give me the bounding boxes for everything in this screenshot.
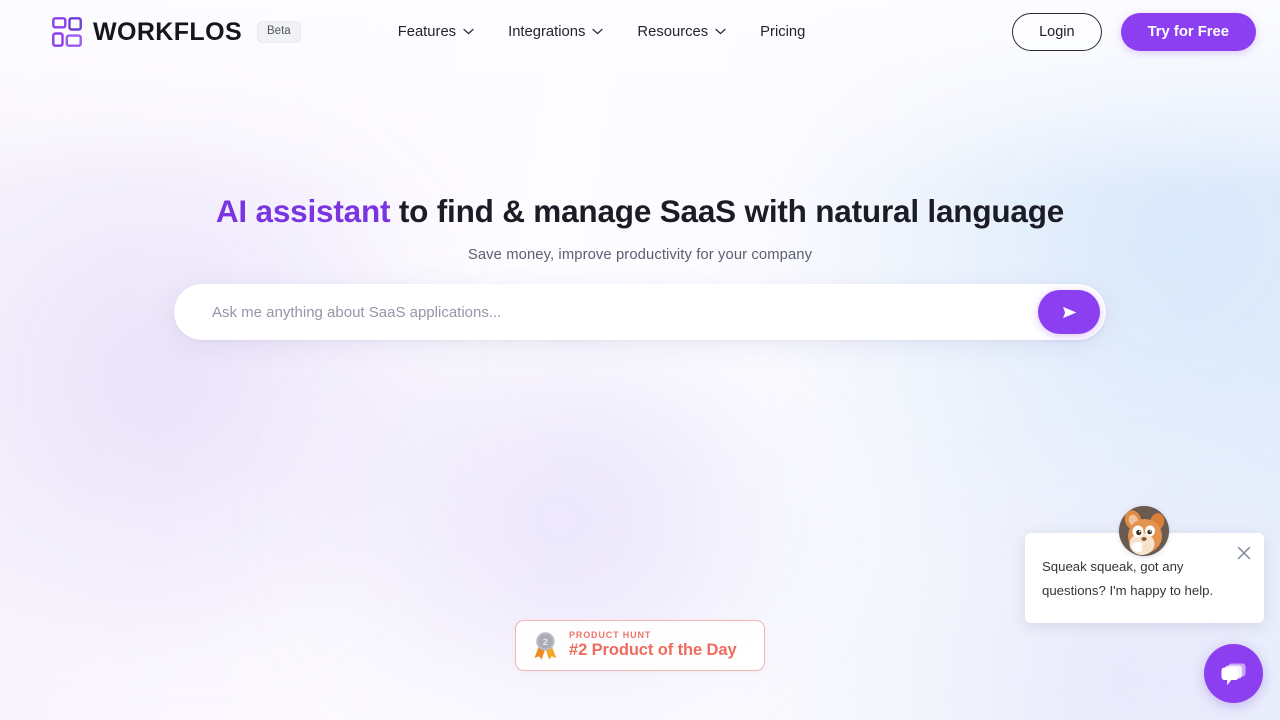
- nav-item-pricing[interactable]: Pricing: [760, 23, 806, 40]
- nav-item-label: Pricing: [760, 23, 806, 40]
- chat-launcher-button[interactable]: [1204, 644, 1263, 703]
- nav-item-features[interactable]: Features: [397, 23, 474, 40]
- chat-bubbles-icon: [1219, 660, 1248, 688]
- chat-close-button[interactable]: [1232, 541, 1256, 565]
- page-title-rest: to find & manage SaaS with natural langu…: [390, 193, 1065, 229]
- beta-badge: Beta: [257, 21, 301, 43]
- nav-item-label: Resources: [637, 23, 709, 40]
- login-button[interactable]: Login: [1012, 13, 1102, 51]
- mouse-avatar: [1119, 506, 1169, 556]
- product-hunt-title: #2 Product of the Day: [569, 641, 737, 660]
- send-arrow-icon: [1060, 303, 1079, 322]
- page-title-accent: AI assistant: [215, 193, 391, 229]
- chat-message-line-1: Squeak squeak, got any: [1042, 559, 1184, 574]
- grid-squares-logo-icon: [52, 17, 82, 47]
- close-icon: [1237, 546, 1251, 560]
- nav-item-label: Integrations: [508, 23, 586, 40]
- brand-name: WORKFLOS: [93, 17, 243, 46]
- try-for-free-button[interactable]: Try for Free: [1120, 13, 1256, 51]
- chat-message-line-2: questions? I'm happy to help.: [1042, 582, 1214, 598]
- nav-item-integrations[interactable]: Integrations: [508, 23, 604, 40]
- search-send-button[interactable]: [1038, 290, 1100, 335]
- search-input[interactable]: [212, 284, 1038, 341]
- main-navigation: Features Integrations Resources Pricing: [397, 23, 806, 40]
- chevron-down-icon: [463, 28, 474, 35]
- page-title: AI assistant to find & manage SaaS with …: [216, 192, 1064, 231]
- medal-ribbon-icon: 2: [532, 631, 559, 661]
- product-hunt-text: PRODUCT HUNT #2 Product of the Day: [569, 631, 737, 659]
- brand-logo[interactable]: WORKFLOS Beta: [52, 17, 301, 47]
- product-hunt-kicker: PRODUCT HUNT: [569, 630, 652, 641]
- chevron-down-icon: [592, 28, 604, 35]
- hero-subtitle: Save money, improve productivity for you…: [467, 247, 813, 264]
- header-actions: Login Try for Free: [1012, 13, 1256, 51]
- svg-text:2: 2: [543, 637, 548, 648]
- avatar[interactable]: [1119, 506, 1169, 556]
- nav-item-resources[interactable]: Resources: [637, 23, 726, 40]
- search-bar: [174, 284, 1106, 341]
- chevron-down-icon: [715, 28, 726, 35]
- product-hunt-badge[interactable]: 2 PRODUCT HUNT #2 Product of the Day: [515, 620, 765, 671]
- site-header: WORKFLOS Beta Features Integrations Reso…: [0, 0, 1280, 64]
- nav-item-label: Features: [397, 23, 457, 40]
